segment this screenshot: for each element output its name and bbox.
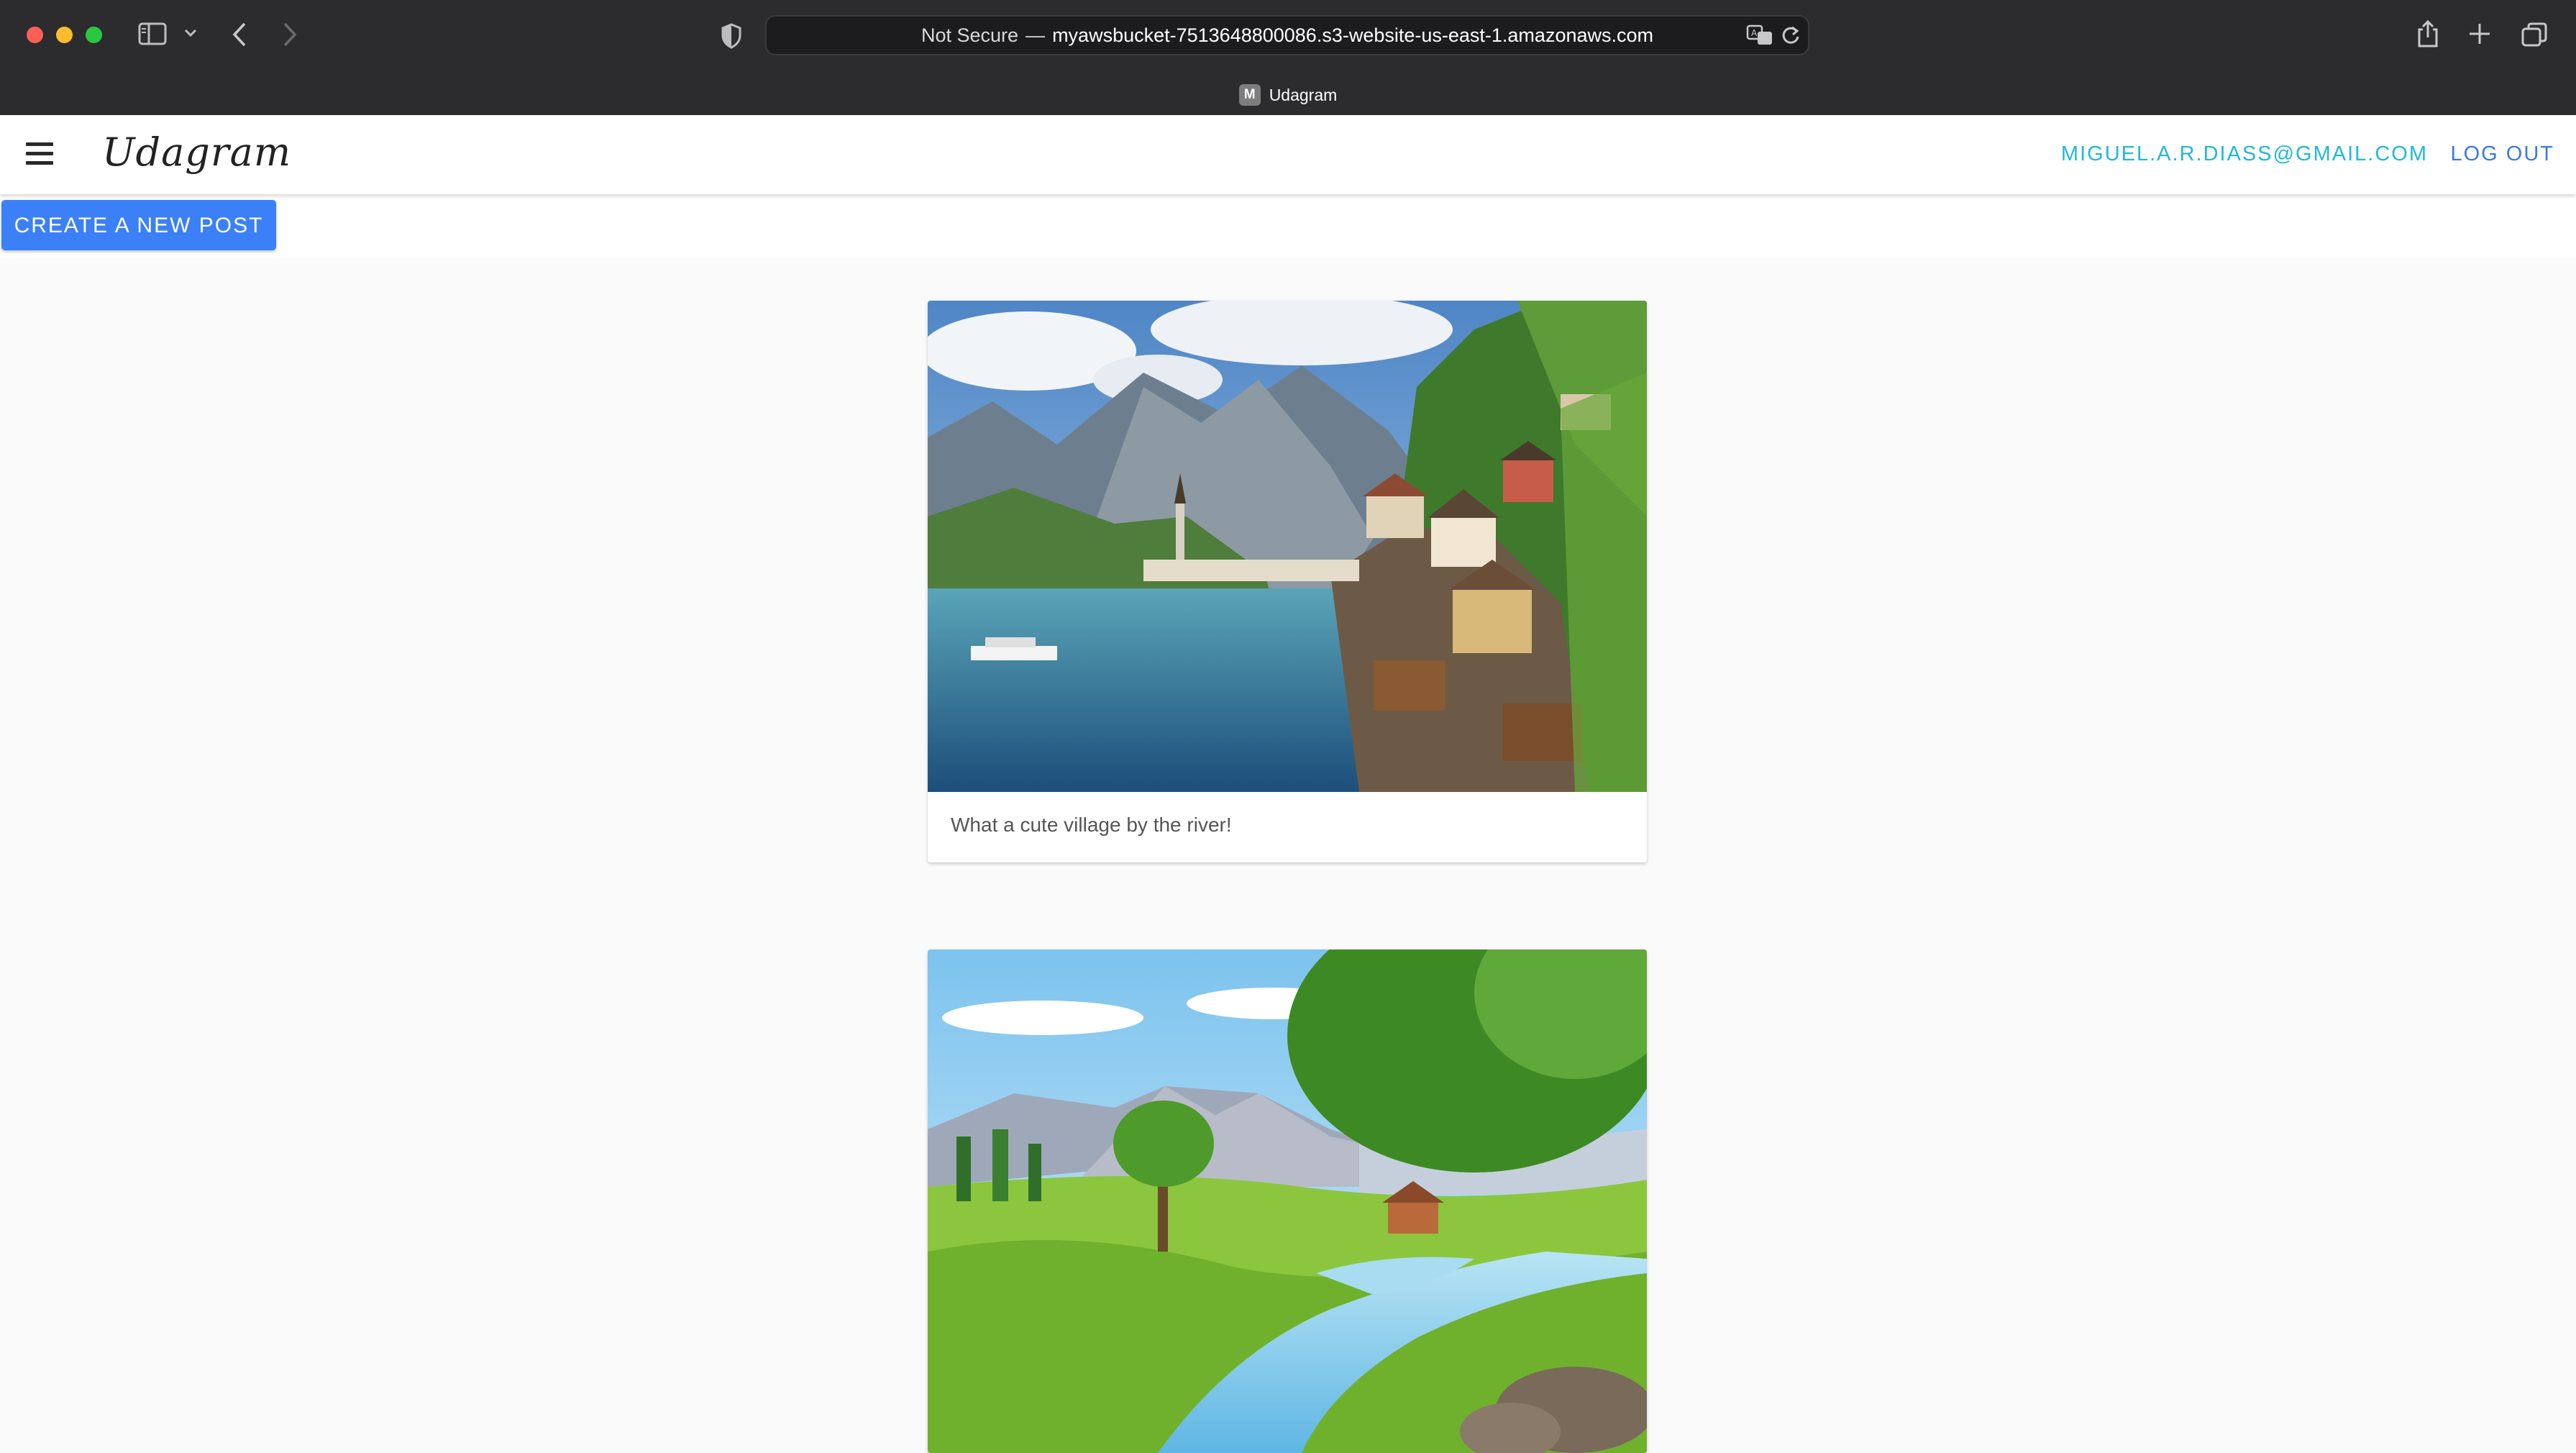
privacy-shield-icon[interactable] — [721, 23, 742, 49]
chevron-down-icon[interactable] — [184, 29, 197, 37]
post-image-village — [928, 301, 1647, 792]
logout-button[interactable]: LOG OUT — [2450, 142, 2554, 166]
user-email-link[interactable]: MIGUEL.A.R.DIASS@GMAIL.COM — [2061, 142, 2428, 166]
post-image-landscape — [928, 949, 1647, 1453]
sidebar-icon[interactable] — [138, 22, 167, 45]
brand-logo[interactable]: Udagram — [102, 129, 291, 175]
tab-title: Udagram — [1269, 85, 1338, 104]
tab-favicon: M — [1238, 84, 1261, 106]
back-icon[interactable] — [232, 22, 247, 47]
fullscreen-window-button[interactable] — [86, 27, 102, 43]
toolbar: CREATE A NEW POST — [0, 194, 2576, 258]
svg-text:A: A — [1751, 28, 1758, 38]
reload-icon[interactable] — [1781, 24, 1801, 46]
tab-udagram[interactable]: M Udagram — [0, 75, 2576, 115]
create-post-button[interactable]: CREATE A NEW POST — [1, 200, 276, 250]
close-window-button[interactable] — [27, 27, 43, 43]
minimize-window-button[interactable] — [56, 27, 73, 43]
browser-chrome: Not Secure — myawsbucket-7513648800086.s… — [0, 0, 2576, 115]
security-status: Not Secure — [921, 24, 1019, 46]
forward-icon[interactable] — [282, 22, 298, 47]
post-card — [928, 949, 1647, 1453]
address-bar[interactable]: Not Secure — myawsbucket-7513648800086.s… — [765, 15, 1809, 55]
tab-overview-icon[interactable] — [2521, 22, 2547, 47]
post-caption: What a cute village by the river! — [951, 814, 1232, 836]
app-header: Udagram MIGUEL.A.R.DIASS@GMAIL.COM LOG O… — [0, 115, 2576, 194]
translate-icon[interactable]: A — [1746, 24, 1773, 46]
hamburger-menu-icon[interactable] — [26, 142, 53, 170]
url-separator: — — [1026, 24, 1046, 46]
new-tab-icon[interactable] — [2468, 22, 2491, 45]
share-icon[interactable] — [2416, 19, 2439, 48]
url-domain: myawsbucket-7513648800086.s3-website-us-… — [1052, 24, 1653, 46]
post-card: What a cute village by the river! — [928, 301, 1647, 862]
